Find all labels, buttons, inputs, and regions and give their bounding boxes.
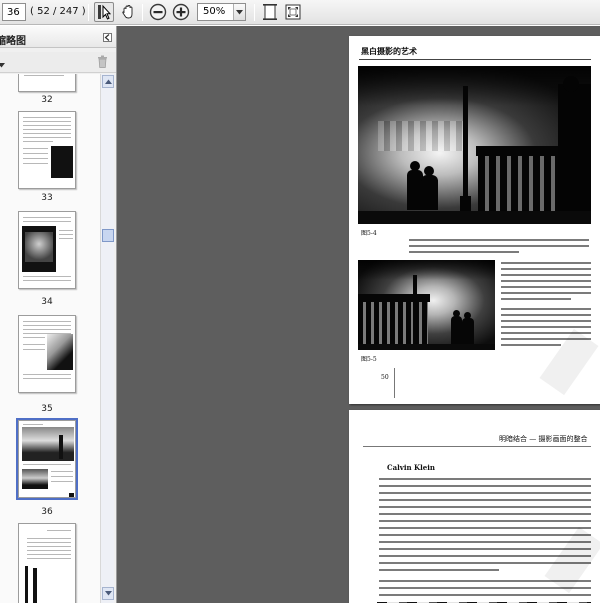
hand-tool-icon — [122, 5, 133, 19]
toolbar-separator — [88, 4, 89, 21]
thumbnail-list[interactable]: 32 33 34 35 36 — [0, 74, 100, 603]
page-header: 黑白摄影的艺术 — [361, 46, 417, 56]
photo-silhouettes-terrace — [358, 260, 495, 350]
photo-silhouettes-balustrade — [358, 66, 591, 224]
zoom-select[interactable]: 50% — [197, 3, 246, 21]
page-watermark — [544, 526, 600, 594]
figure-caption: 图5-5 — [361, 356, 377, 363]
thumbnail-page-36[interactable] — [16, 418, 78, 500]
panel-close-button[interactable] — [103, 33, 112, 42]
zoom-out-button[interactable] — [148, 2, 168, 22]
footer-rule — [394, 368, 395, 398]
panel-options-bar — [0, 52, 116, 73]
thumbnail-label: 36 — [41, 507, 53, 517]
arrow-down-icon — [104, 591, 112, 596]
figure-caption: 图5-4 — [361, 230, 377, 237]
options-dropdown-button[interactable] — [0, 58, 5, 71]
close-panel-icon — [104, 34, 110, 41]
thumbnail-label: 34 — [41, 297, 53, 307]
toolbar-separator — [142, 4, 143, 21]
delete-page-button[interactable] — [97, 55, 108, 71]
trash-icon — [98, 55, 107, 68]
zoom-in-icon — [172, 3, 190, 21]
page-header: 明暗结合 — 摄影画面的整合 — [499, 435, 588, 443]
select-tool-button[interactable] — [94, 2, 114, 22]
thumbnail-label: 32 — [41, 95, 53, 105]
chevron-down-icon — [236, 9, 243, 14]
panel-title: 缩略图 — [0, 36, 26, 47]
thumbnail-page-37[interactable] — [18, 523, 76, 603]
scroll-up-button[interactable] — [102, 75, 114, 88]
fit-page-button[interactable] — [260, 2, 280, 22]
toolbar: ( 52 / 247 ) — [0, 0, 600, 25]
toolbar-separator — [254, 4, 255, 21]
document-page-50: 黑白摄影的艺术 图5-4 图5-5 50 — [349, 36, 600, 404]
arrow-up-icon — [104, 79, 112, 84]
zoom-value: 50% — [203, 6, 226, 17]
zoom-in-button[interactable] — [171, 2, 191, 22]
page-count: ( 52 / 247 ) — [30, 6, 86, 17]
section-title: Calvin Klein — [387, 463, 435, 472]
fit-page-icon — [263, 4, 277, 20]
thumbnail-page-34[interactable] — [18, 211, 76, 289]
fit-width-icon — [285, 4, 301, 20]
chevron-down-icon — [0, 63, 5, 68]
thumbnail-label: 35 — [41, 404, 53, 414]
thumbnail-page-35[interactable] — [18, 315, 76, 393]
header-rule — [363, 446, 591, 447]
scroll-thumb[interactable] — [102, 229, 114, 242]
scroll-down-button[interactable] — [102, 587, 114, 600]
thumbnail-page-33[interactable] — [18, 111, 76, 189]
hand-tool-button[interactable] — [118, 2, 138, 22]
thumbnail-page-32[interactable] — [18, 74, 76, 92]
zoom-dropdown-button[interactable] — [233, 4, 245, 20]
document-view[interactable]: 黑白摄影的艺术 图5-4 图5-5 50 明暗结合 — 摄影画面的整合 Calv… — [117, 26, 600, 603]
select-cursor-icon — [98, 4, 111, 20]
document-page-51: 明暗结合 — 摄影画面的整合 Calvin Klein — [349, 410, 600, 603]
thumbnail-label: 33 — [41, 193, 53, 203]
thumbnail-scrollbar[interactable] — [100, 74, 114, 603]
pdf-reader-window: ( 52 / 247 ) — [0, 0, 600, 603]
panel-header: 缩略图 — [0, 26, 116, 48]
zoom-out-icon — [149, 3, 167, 21]
header-rule — [359, 59, 591, 60]
fit-width-button[interactable] — [283, 2, 303, 22]
page-number-input[interactable] — [2, 3, 26, 21]
page-number: 50 — [381, 374, 389, 381]
thumbnails-panel: 缩略图 32 33 34 35 36 — [0, 26, 117, 603]
